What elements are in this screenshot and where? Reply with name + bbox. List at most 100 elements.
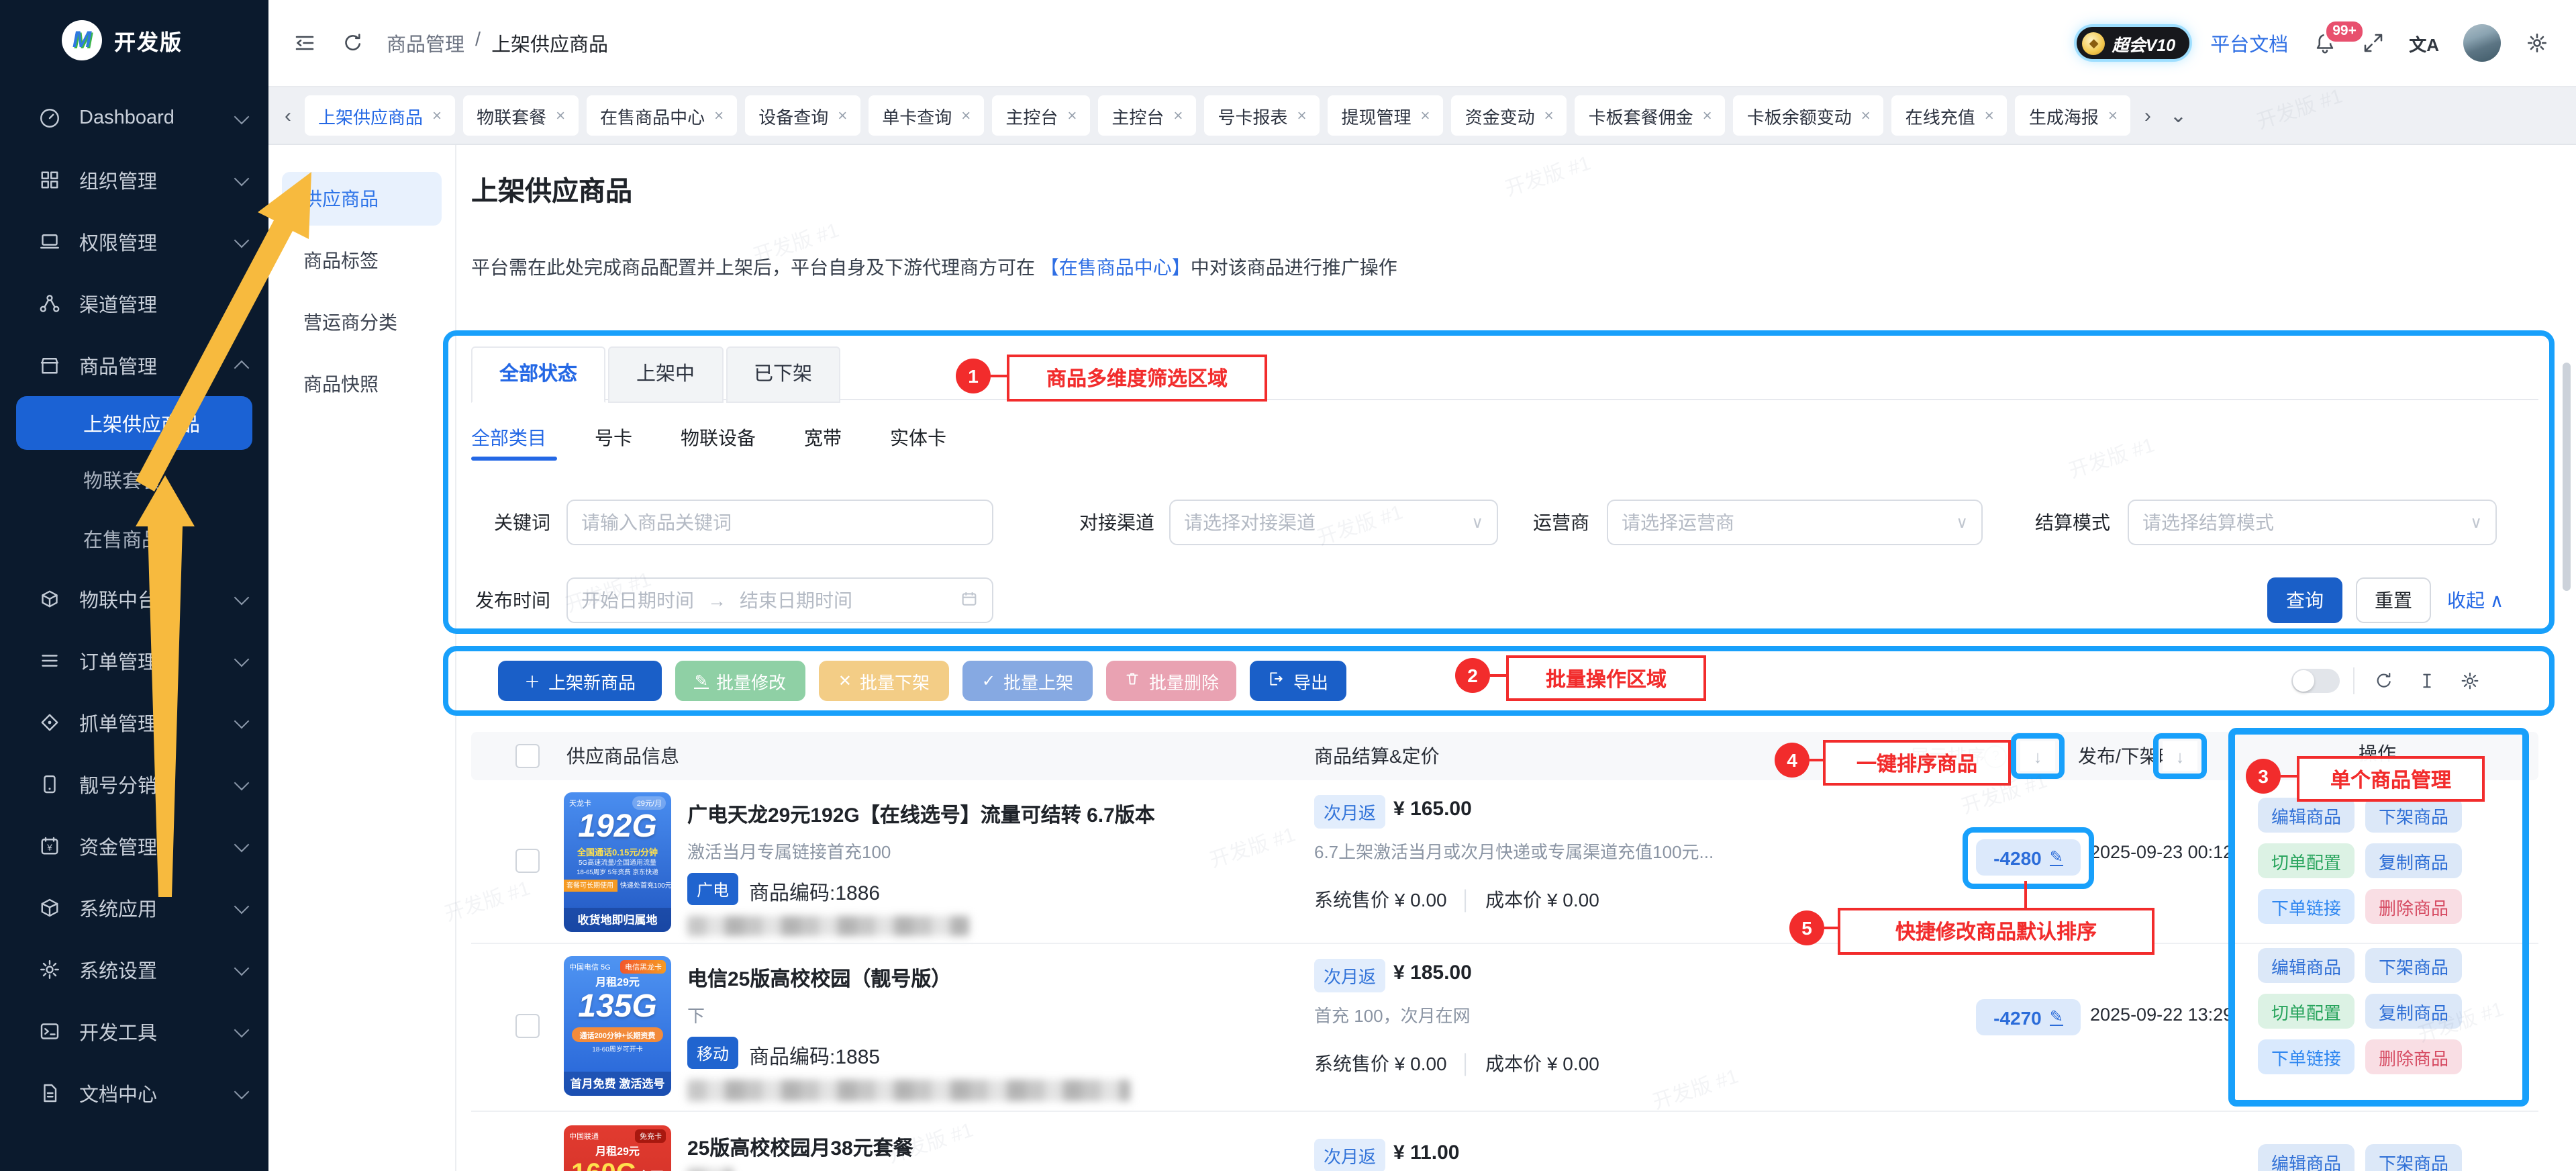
product-image[interactable]: 天龙卡29元/月 192G 全国通话0.15元/分钟 5G高速流量/全国通用流量… [564,792,671,932]
close-icon[interactable]: × [556,106,565,125]
subside-item-goods-snapshot[interactable]: 商品快照 [282,357,442,411]
reset-button[interactable]: 重置 [2356,577,2431,623]
order-link-button[interactable]: 下单链接 [2258,1039,2355,1074]
category-tab-physical-card[interactable]: 实体卡 [890,424,946,451]
channel-select[interactable]: 请选择对接渠道∨ [1169,500,1498,545]
add-goods-button[interactable]: ＋上架新商品 [498,661,662,701]
tab-device-query[interactable]: 设备查询× [745,95,860,136]
batch-onshelf-button[interactable]: ✓批量上架 [962,661,1093,701]
sort-value-editor[interactable]: -4280✎ [1976,839,2081,876]
tabs-scroll-right-icon[interactable]: › [2139,104,2157,127]
onsale-center-link[interactable]: 【在售商品中心】 [1040,256,1191,278]
batch-offshelf-button[interactable]: ✕批量下架 [819,661,949,701]
tab-poster[interactable]: 生成海报× [2016,95,2131,136]
tabs-scroll-left-icon[interactable]: ‹ [279,104,297,127]
publish-time-range-picker[interactable]: 开始日期时间 → 结束日期时间 [566,577,993,623]
category-tab-sim[interactable]: 号卡 [595,424,632,451]
product-image[interactable]: 中国电信 5G电信黑龙卡 月租29元 135G 通话200分钟+长期资费 18-… [564,956,671,1096]
tab-commission[interactable]: 卡板套餐佣金× [1575,95,1726,136]
edit-goods-button[interactable]: 编辑商品 [2258,948,2355,983]
table-refresh-icon[interactable] [2373,670,2395,696]
sidebar-item-doc-center[interactable]: 文档中心 [0,1062,268,1124]
sidebar-item-goods[interactable]: 商品管理 [0,334,268,396]
tab-card-query[interactable]: 单卡查询× [869,95,984,136]
sidebar-item-dev-tools[interactable]: 开发工具 [0,1000,268,1062]
tab-onsale-center[interactable]: 在售商品中心× [587,95,737,136]
close-icon[interactable]: × [838,106,847,125]
sidebar-item-orders[interactable]: 订单管理 [0,630,268,692]
close-icon[interactable]: × [961,106,971,125]
close-icon[interactable]: × [2108,106,2118,125]
product-image[interactable]: 中国联通免充卡 月租29元 160G全国 [564,1125,671,1171]
sort-all-display-button[interactable]: ↓ [2020,741,2055,771]
order-link-button[interactable]: 下单链接 [2258,889,2355,924]
close-icon[interactable]: × [1067,106,1077,125]
status-tab-all[interactable]: 全部状态 [471,346,605,403]
tab-online-recharge[interactable]: 在线充值× [1892,95,2008,136]
sort-value-editor[interactable]: -4270✎ [1976,999,2081,1035]
close-icon[interactable]: × [1421,106,1430,125]
sort-all-time-button[interactable]: ↓ [2163,741,2197,771]
delete-goods-button[interactable]: 删除商品 [2365,889,2462,924]
sidebar-item-iot-platform[interactable]: 物联中台 [0,568,268,630]
close-icon[interactable]: × [1173,106,1183,125]
breadcrumb-section[interactable]: 商品管理 [387,29,464,57]
subside-item-goods-tags[interactable]: 商品标签 [282,234,442,287]
row-checkbox[interactable] [515,1014,540,1038]
tab-iot-plan[interactable]: 物联套餐× [463,95,579,136]
close-icon[interactable]: × [1297,106,1306,125]
batch-delete-button[interactable]: 批量删除 [1106,661,1236,701]
tabs-dropdown-icon[interactable]: ⌄ [2165,103,2192,128]
split-order-config-button[interactable]: 切单配置 [2258,843,2355,878]
close-icon[interactable]: × [1544,106,1554,125]
select-all-checkbox[interactable] [515,744,540,768]
category-tab-all[interactable]: 全部类目 [471,424,546,451]
export-button[interactable]: 导出 [1250,661,1346,701]
sidebar-item-grab-orders[interactable]: 抓单管理 [0,692,268,753]
product-title[interactable]: 电信25版高校校园（靓号版） [687,964,951,992]
table-density-icon[interactable] [2416,670,2438,696]
tab-console-2[interactable]: 主控台× [1098,95,1196,136]
close-icon[interactable]: × [714,106,724,125]
copy-goods-button[interactable]: 复制商品 [2365,843,2462,878]
batch-edit-button[interactable]: ✎批量修改 [675,661,805,701]
category-tab-iot-device[interactable]: 物联设备 [681,424,756,451]
sidebar-item-system-settings[interactable]: 系统设置 [0,939,268,1000]
tab-balance-change[interactable]: 卡板余额变动× [1734,95,1884,136]
subside-item-supply-goods[interactable]: 供应商品 [282,172,442,226]
scrollbar-thumb[interactable] [2563,363,2571,591]
offshelf-goods-button[interactable]: 下架商品 [2365,948,2462,983]
sidebar-item-org[interactable]: 组织管理 [0,149,268,211]
tab-console-1[interactable]: 主控台× [992,95,1090,136]
sidebar-item-permission[interactable]: 权限管理 [0,211,268,273]
table-option-toggle[interactable] [2291,669,2340,693]
close-icon[interactable]: × [1985,106,1994,125]
delete-goods-button[interactable]: 删除商品 [2365,1039,2462,1074]
offshelf-goods-button[interactable]: 下架商品 [2365,1144,2462,1171]
sidebar-subitem-listed-goods[interactable]: 上架供应商品 [16,396,252,450]
close-icon[interactable]: × [1703,106,1712,125]
settings-gear-icon[interactable] [2525,31,2549,55]
edit-goods-button[interactable]: 编辑商品 [2258,798,2355,833]
sidebar-item-funds[interactable]: ¥ 资金管理 [0,815,268,877]
operator-select[interactable]: 请选择运营商∨ [1607,500,1983,545]
tab-card-report[interactable]: 号卡报表× [1204,95,1320,136]
notification-bell-icon[interactable]: 99+ [2312,31,2336,55]
offshelf-goods-button[interactable]: 下架商品 [2365,798,2462,833]
product-title[interactable]: 广电天龙29元192G【在线选号】流量可结转 6.7版本 [687,800,1155,829]
refresh-icon[interactable] [341,31,365,55]
avatar[interactable] [2463,24,2501,62]
subside-item-operator-category[interactable]: 营运商分类 [282,295,442,349]
sidebar-item-channel[interactable]: 渠道管理 [0,273,268,334]
collapse-filters-link[interactable]: 收起 ∧ [2447,577,2504,623]
platform-docs-link[interactable]: 平台文档 [2210,29,2288,57]
close-icon[interactable]: × [432,106,442,125]
edit-goods-button[interactable]: 编辑商品 [2258,1144,2355,1171]
collapse-sidebar-icon[interactable] [293,31,317,55]
sidebar-item-system-apps[interactable]: 系统应用 [0,877,268,939]
row-checkbox[interactable] [515,849,540,873]
category-tab-broadband[interactable]: 宽带 [804,424,842,451]
translate-icon[interactable]: 文A [2409,30,2439,56]
product-title[interactable]: 25版高校校园月38元套餐 [687,1133,913,1162]
tab-listed-goods[interactable]: 上架供应商品× [305,95,455,136]
